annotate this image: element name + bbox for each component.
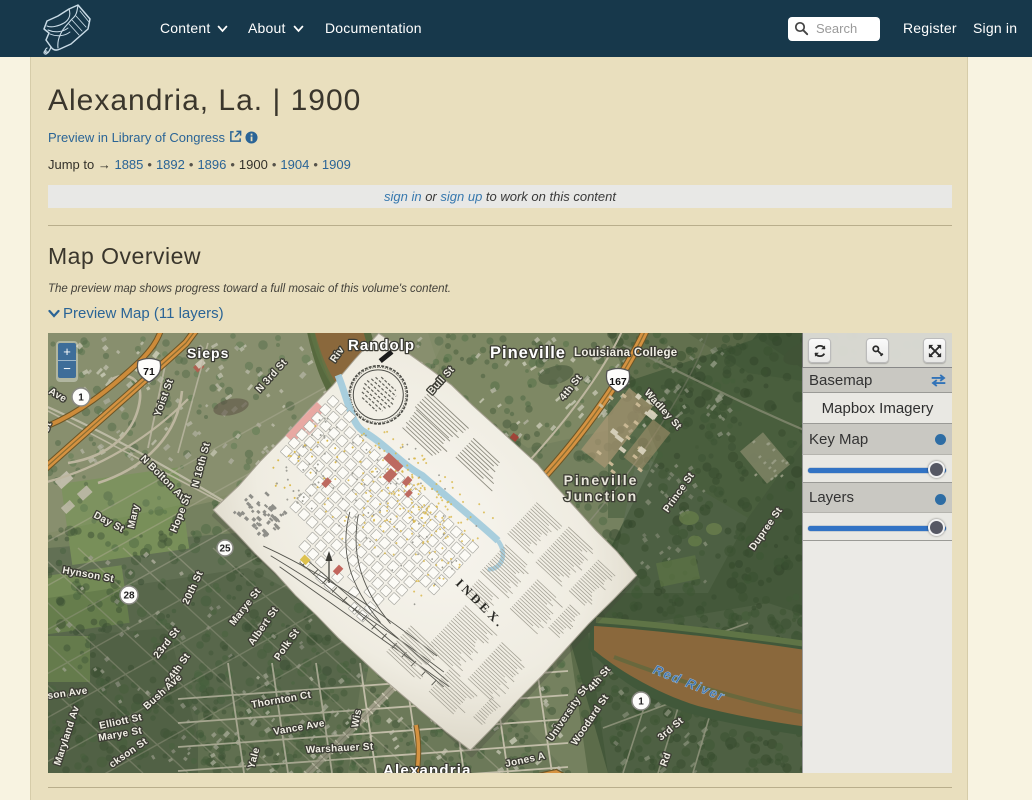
svg-text:25: 25: [219, 544, 231, 555]
svg-text:Alexandria: Alexandria: [383, 762, 472, 773]
svg-text:167: 167: [609, 376, 627, 388]
svg-text:28: 28: [123, 591, 135, 602]
svg-text:1: 1: [78, 393, 84, 404]
svg-text:Louisiana College: Louisiana College: [574, 347, 678, 359]
svg-text:Sieps: Sieps: [187, 345, 229, 361]
svg-text:Junction: Junction: [564, 488, 638, 504]
svg-text:Pineville: Pineville: [564, 472, 639, 488]
svg-text:1: 1: [638, 697, 644, 708]
svg-text:71: 71: [143, 366, 155, 378]
svg-text:Pineville: Pineville: [490, 344, 566, 362]
svg-text:Randolp: Randolp: [348, 337, 415, 354]
